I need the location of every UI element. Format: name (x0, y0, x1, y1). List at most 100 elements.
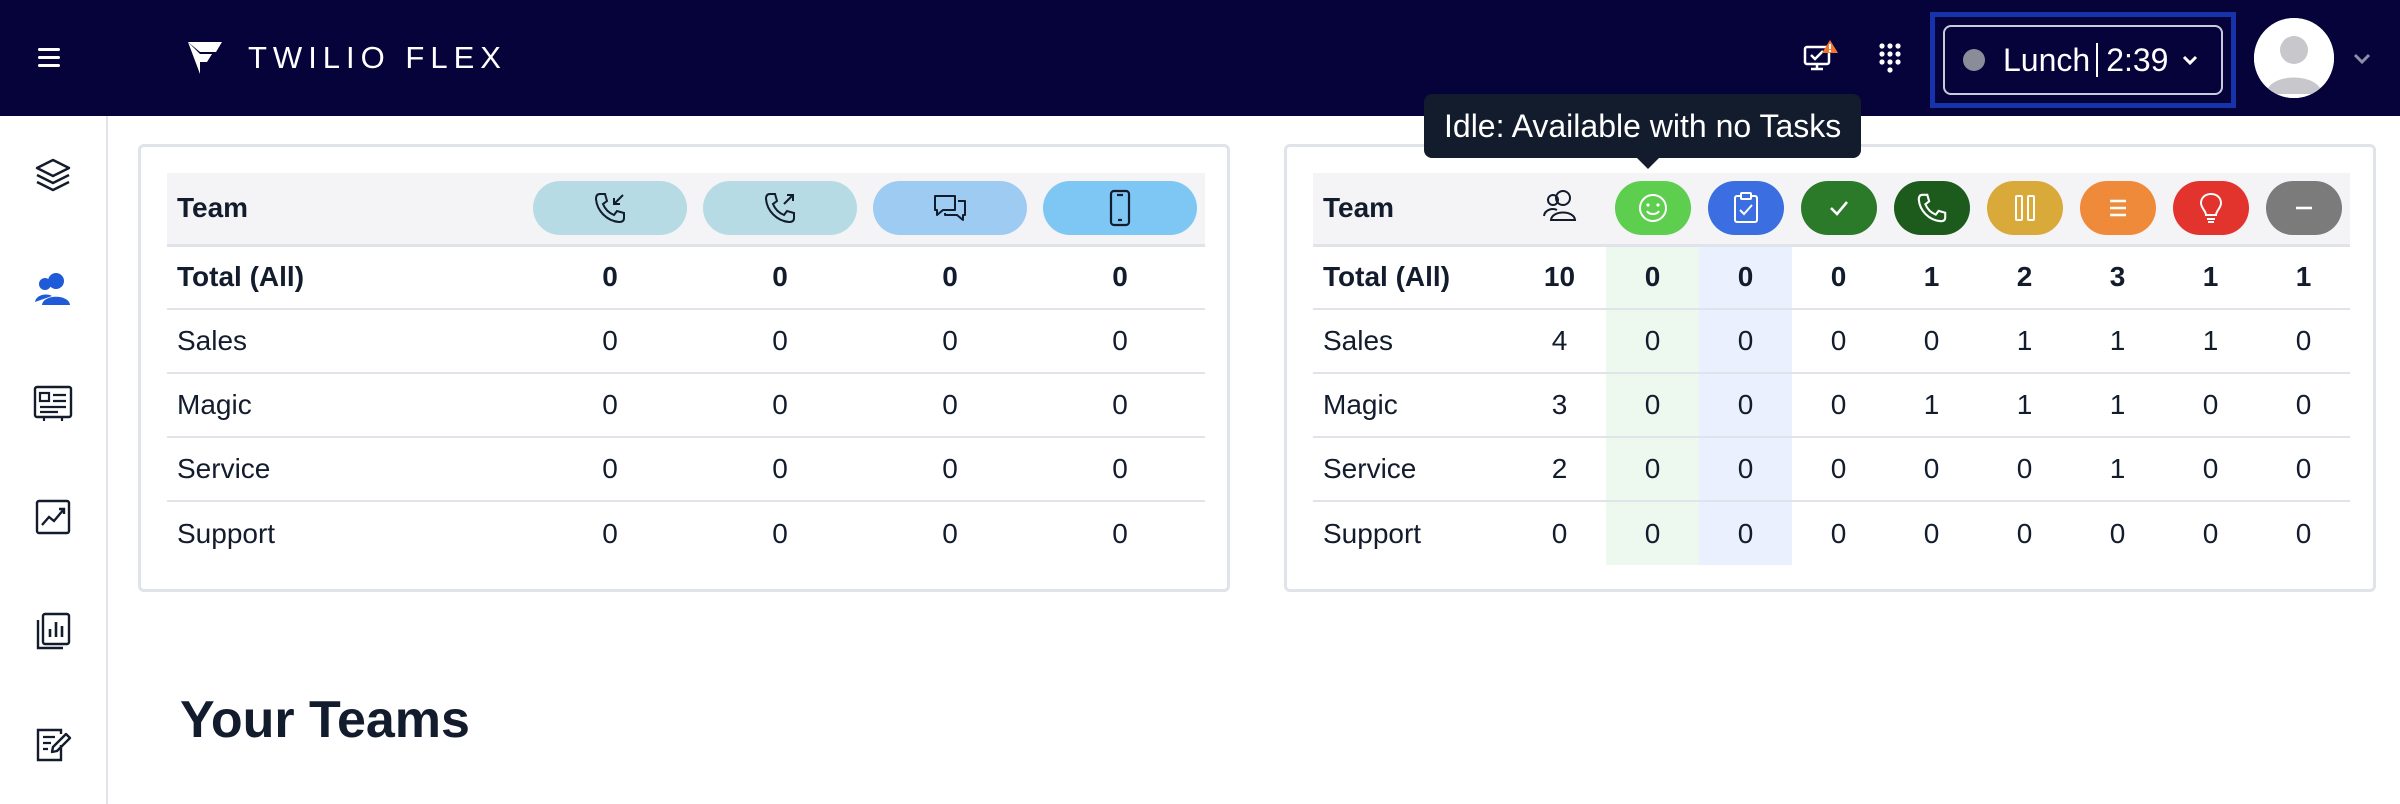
menu-lines-icon (2109, 200, 2126, 217)
tasks-by-channel-panel: Team Total (All) 0 0 0 0 Sales 0 0 0 0 M… (138, 144, 1230, 592)
chat-icon (934, 195, 966, 222)
smiley-icon (1638, 194, 1667, 223)
table-cell: 0 (1035, 245, 1205, 310)
twilio-flex-logo-icon (188, 42, 222, 74)
profile-card-icon (33, 385, 73, 421)
team-column-header[interactable]: Team (167, 173, 525, 245)
table-row[interactable]: Sales 0 0 0 0 (167, 309, 1205, 374)
table-row[interactable]: Total (All) 0 0 0 0 (167, 245, 1205, 310)
table-cell: 0 (1792, 437, 1885, 502)
table-cell: 0 (1978, 437, 2071, 502)
dialpad-icon[interactable] (1870, 38, 1910, 78)
activity-status-dropdown[interactable]: Lunch 2:39 (1943, 25, 2223, 95)
team-name: Support (177, 517, 276, 549)
all-agents-column-header[interactable] (1513, 173, 1606, 245)
table-cell: 0 (1792, 245, 1885, 310)
table-row[interactable]: Service 0 0 0 0 (167, 437, 1205, 502)
check-icon (1829, 201, 1848, 217)
user-avatar[interactable] (2254, 18, 2334, 98)
sidebar-item-profile-card[interactable] (28, 378, 78, 428)
table-cell: 0 (1606, 437, 1699, 502)
break-column-header[interactable] (1978, 173, 2071, 245)
table-cell: 0 (1606, 373, 1699, 438)
minus-icon (2295, 206, 2312, 210)
table-cell: 2 (1978, 245, 2071, 310)
sidebar-item-agents[interactable] (28, 264, 78, 314)
table-cell: 0 (2295, 517, 2312, 549)
sidebar-item-reports[interactable] (28, 606, 78, 656)
hamburger-menu-icon[interactable] (38, 44, 68, 72)
table-header-row: Team (167, 173, 1205, 245)
sidebar-item-analytics[interactable] (28, 492, 78, 542)
offline-column-header[interactable] (2257, 173, 2350, 245)
mobile-icon (1109, 190, 1131, 227)
outgoing-call-column-header[interactable] (695, 173, 865, 245)
table-cell: 0 (1551, 517, 1568, 549)
layers-icon (35, 158, 71, 192)
team-name: Support (1323, 517, 1422, 549)
table-row[interactable]: Support 0 0 0 0 (167, 501, 1205, 565)
table-cell: 0 (865, 309, 1035, 374)
team-name: Service (1313, 437, 1513, 502)
lunch-column-header[interactable] (2071, 173, 2164, 245)
table-cell: 0 (1699, 245, 1792, 310)
incoming-call-column-header[interactable] (525, 173, 695, 245)
table-cell: 0 (2164, 437, 2257, 502)
brand-name: TWILIO FLEX (248, 40, 507, 75)
sidebar-item-edit-form[interactable] (28, 720, 78, 770)
training-column-header[interactable] (2164, 173, 2257, 245)
avatar-silhouette-icon (2254, 18, 2334, 98)
idle-column-header[interactable] (1606, 173, 1699, 245)
top-bar: TWILIO FLEX Lunch 2:39 (0, 0, 2400, 116)
table-cell: 0 (1885, 309, 1978, 374)
chat-column-header[interactable] (865, 173, 1035, 245)
team-column-header[interactable]: Team (1313, 173, 1513, 245)
outgoing-call-icon (764, 193, 795, 224)
table-cell: 0 (1035, 373, 1205, 438)
table-cell: 1 (2164, 245, 2257, 310)
activity-timer: 2:39 (2106, 41, 2169, 78)
table-row[interactable]: Service 2 0 0 0 0 0 1 0 0 (1313, 437, 2350, 502)
table-cell: 0 (865, 437, 1035, 502)
table-cell: 1 (1978, 373, 2071, 438)
table-cell: 0 (1699, 309, 1792, 374)
table-row[interactable]: Total (All) 10 0 0 0 1 2 3 1 1 (1313, 245, 2350, 310)
table-header-row: Team (1313, 173, 2350, 245)
table-row[interactable]: Magic 0 0 0 0 (167, 373, 1205, 438)
table-cell: 0 (1606, 501, 1699, 565)
table-cell: 1 (2071, 373, 2164, 438)
sidebar-item-layers[interactable] (28, 150, 78, 200)
table-row[interactable]: Sales 4 0 0 0 0 1 1 1 0 (1313, 309, 2350, 374)
available-column-header[interactable] (1792, 173, 1885, 245)
chevron-down-icon[interactable] (2350, 46, 2374, 70)
chevron-down-icon (2183, 55, 2198, 66)
table-cell: 1 (2257, 245, 2350, 310)
team-name: Magic (1313, 373, 1513, 438)
table-cell: 3 (1513, 373, 1606, 438)
team-name: Magic (167, 373, 525, 438)
team-name: Total (All) (1313, 245, 1513, 310)
monitor-alert-icon[interactable] (1800, 38, 1840, 78)
table-cell: 0 (1699, 501, 1792, 565)
table-row[interactable]: Magic 3 0 0 0 1 1 1 0 0 (1313, 373, 2350, 438)
team-name: Total (All) (167, 245, 525, 310)
table-cell: 0 (2257, 309, 2350, 374)
table-cell: 0 (2016, 517, 2033, 549)
table-cell: 0 (865, 373, 1035, 438)
on-call-column-header[interactable] (1885, 173, 1978, 245)
mobile-column-header[interactable] (1035, 173, 1205, 245)
table-cell: 0 (1830, 517, 1847, 549)
busy-column-header[interactable] (1699, 173, 1792, 245)
tasks-table: Team Total (All) 0 0 0 0 Sales 0 0 0 0 M… (167, 173, 1205, 565)
table-cell: 0 (942, 517, 958, 549)
status-dot-icon (1963, 49, 1985, 71)
table-row[interactable]: Support 0 0 0 0 0 0 0 0 0 (1313, 501, 2350, 565)
tooltip-arrow (1636, 157, 1660, 169)
section-title: Your Teams (180, 691, 470, 749)
activity-label: Lunch (2003, 41, 2091, 78)
table-cell: 0 (2202, 517, 2219, 549)
table-cell: 1 (1978, 309, 2071, 374)
table-cell: 0 (695, 437, 865, 502)
incoming-call-icon (594, 193, 625, 224)
clipboard-check-icon (1733, 192, 1758, 224)
